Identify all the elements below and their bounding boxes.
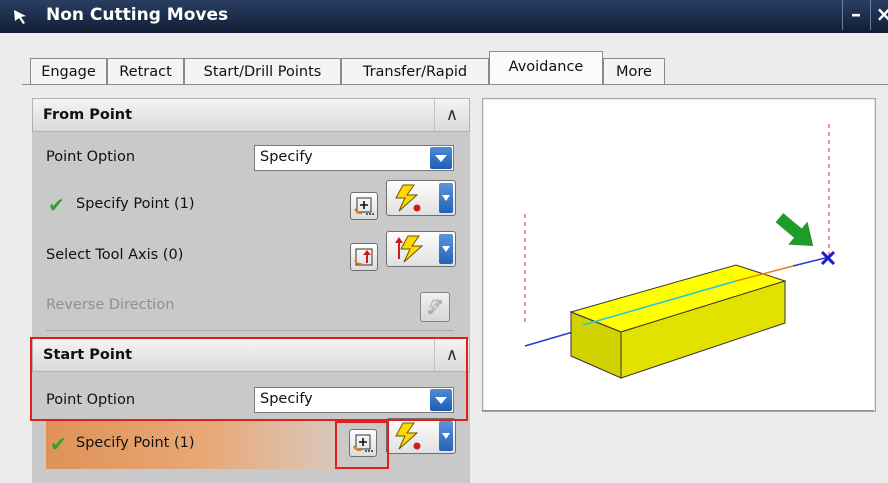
checkmark-icon: ✔: [48, 193, 65, 217]
lightning-point-icon: [395, 422, 421, 450]
start-specify-point-label: Specify Point (1): [76, 435, 195, 451]
chevron-up-icon[interactable]: ∧: [434, 99, 469, 131]
tab-transfer-rapid[interactable]: Transfer/Rapid: [341, 58, 489, 85]
close-button[interactable]: ×: [870, 0, 888, 30]
from-point-option-value: Specify: [260, 149, 313, 165]
start-point-highlight-box: [30, 337, 468, 421]
tab-start-drill-points[interactable]: Start/Drill Points: [184, 58, 341, 85]
start-inferred-point-button[interactable]: [386, 418, 456, 454]
preview-edge: [482, 410, 874, 411]
vector-dialog-button[interactable]: [350, 243, 378, 271]
point-dialog-icon: [354, 197, 374, 215]
from-specify-point-label: Specify Point (1): [76, 196, 195, 212]
tool-axis-inferred-button[interactable]: [386, 231, 456, 267]
checkmark-icon: ✔: [50, 432, 67, 456]
lightning-point-icon: [395, 184, 421, 212]
chevron-down-icon[interactable]: [439, 234, 453, 264]
from-point-title: From Point: [43, 107, 133, 123]
reverse-direction-button[interactable]: [420, 292, 450, 322]
preview-graphic: [482, 98, 876, 412]
group-divider: [46, 330, 454, 331]
from-point-option-select[interactable]: Specify: [254, 145, 454, 171]
tab-more[interactable]: More: [603, 58, 665, 85]
chevron-down-icon[interactable]: [439, 421, 453, 451]
green-arrow-icon: [775, 213, 814, 246]
window-title: Non Cutting Moves: [46, 5, 229, 25]
tab-engage[interactable]: Engage: [30, 58, 107, 85]
chevron-down-icon[interactable]: [430, 147, 452, 169]
minimize-button[interactable]: –: [842, 0, 869, 30]
vector-lightning-icon: [395, 235, 424, 263]
vector-dialog-icon: [354, 248, 373, 266]
tab-avoidance[interactable]: Avoidance: [489, 51, 603, 84]
title-bar: Non Cutting Moves – ×: [0, 0, 888, 33]
reverse-direction-icon: [428, 299, 442, 315]
mouse-pointer-icon: [14, 10, 26, 24]
tab-strip-divider: [22, 84, 888, 85]
select-tool-axis-label: Select Tool Axis (0): [46, 247, 184, 263]
point-dialog-highlight-box: [335, 421, 389, 469]
point-dialog-button[interactable]: [350, 192, 378, 220]
from-point-option-label: Point Option: [46, 149, 136, 165]
avoidance-diagram: [524, 124, 836, 379]
chevron-down-icon[interactable]: [439, 183, 453, 213]
reverse-direction-label: Reverse Direction: [46, 297, 175, 313]
from-point-header[interactable]: From Point ∧: [32, 98, 470, 132]
tab-retract[interactable]: Retract: [107, 58, 184, 85]
from-inferred-point-button[interactable]: [386, 180, 456, 216]
